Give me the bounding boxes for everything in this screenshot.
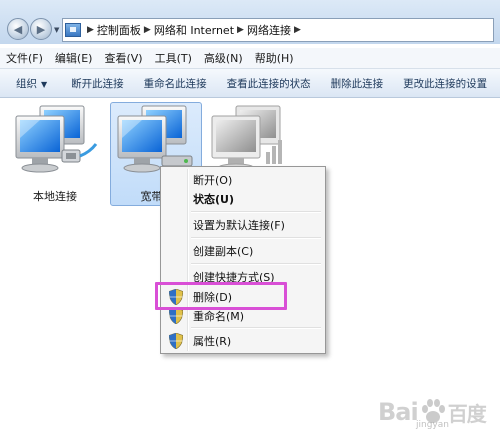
uac-shield-icon	[169, 333, 183, 349]
menu-item-label: 设置为默认连接(F)	[193, 219, 285, 232]
menu-file[interactable]: 文件(F)	[0, 50, 49, 66]
uac-shield-icon	[169, 308, 183, 324]
address-bar-row: ◀ ▶ ▼ ▶ 控制面板 ▶ 网络和 Internet ▶ 网络连接 ▶	[0, 0, 500, 44]
control-panel-icon	[65, 23, 81, 37]
breadcrumb-control-panel[interactable]: 控制面板	[97, 22, 141, 38]
watermark-subtext: jingyan	[416, 420, 449, 430]
rename-button[interactable]: 重命名此连接	[134, 76, 217, 91]
menu-item-label: 重命名(M)	[193, 310, 245, 323]
menu-item-create-copy[interactable]: 创建副本(C)	[163, 241, 323, 261]
breadcrumb-chevron-icon[interactable]: ▶	[237, 25, 244, 35]
menu-item-label: 创建副本(C)	[193, 245, 254, 258]
change-settings-button[interactable]: 更改此连接的设置	[393, 76, 497, 91]
menu-separator	[191, 263, 321, 265]
menu-tools[interactable]: 工具(T)	[149, 50, 198, 66]
breadcrumb-chevron-icon[interactable]: ▶	[144, 25, 151, 35]
watermark-text-2: 百度	[447, 401, 487, 426]
connection-label: 本地连接	[33, 190, 77, 203]
breadcrumb-network-internet[interactable]: 网络和 Internet	[154, 22, 234, 38]
annotation-highlight-box	[155, 282, 287, 310]
menu-item-set-default[interactable]: 设置为默认连接(F)	[163, 215, 323, 235]
disconnect-button[interactable]: 断开此连接	[61, 76, 134, 91]
menu-view[interactable]: 查看(V)	[98, 50, 148, 66]
back-button[interactable]: ◀	[7, 18, 29, 40]
menu-separator	[191, 237, 321, 239]
dropdown-arrow-icon: ▼	[41, 79, 48, 89]
menu-help[interactable]: 帮助(H)	[249, 50, 300, 66]
recent-pages-dropdown-icon[interactable]: ▼	[54, 26, 59, 34]
delete-connection-button[interactable]: 删除此连接	[321, 76, 394, 91]
menu-advanced[interactable]: 高级(N)	[198, 50, 249, 66]
connection-local[interactable]: 本地连接	[10, 104, 100, 204]
forward-button[interactable]: ▶	[30, 18, 52, 40]
menu-item-label: 断开(O)	[193, 174, 233, 187]
command-bar: 组织 ▼ 断开此连接 重命名此连接 查看此连接的状态 删除此连接 更改此连接的设置	[0, 69, 500, 98]
menu-item-disconnect[interactable]: 断开(O)	[163, 170, 323, 190]
breadcrumb-network-connections[interactable]: 网络连接	[247, 22, 291, 38]
menu-separator	[191, 327, 321, 329]
organize-label: 组织	[16, 77, 37, 90]
back-arrow-icon: ◀	[13, 22, 23, 36]
baidu-watermark: Bai 百度 jingyan	[378, 392, 496, 432]
menu-item-label: 属性(R)	[193, 335, 232, 348]
menu-item-properties[interactable]: 属性(R)	[163, 331, 323, 351]
menu-separator	[191, 211, 321, 213]
network-computer-icon	[15, 105, 98, 173]
forward-arrow-icon: ▶	[36, 22, 46, 36]
menu-bar: 文件(F) 编辑(E) 查看(V) 工具(T) 高级(N) 帮助(H)	[0, 48, 500, 69]
breadcrumb-chevron-icon[interactable]: ▶	[294, 25, 301, 35]
view-status-button[interactable]: 查看此连接的状态	[217, 76, 321, 91]
menu-edit[interactable]: 编辑(E)	[49, 50, 99, 66]
address-box[interactable]: ▶ 控制面板 ▶ 网络和 Internet ▶ 网络连接 ▶	[62, 18, 494, 42]
breadcrumb-chevron-icon[interactable]: ▶	[87, 25, 94, 35]
menu-item-label: 状态(U)	[193, 193, 234, 206]
organize-button[interactable]: 组织 ▼	[0, 76, 61, 91]
watermark-text: Bai	[378, 398, 419, 426]
context-menu: 断开(O) 状态(U) 设置为默认连接(F) 创建副本(C) 创建快捷方式(S)…	[160, 166, 326, 354]
menu-item-status[interactable]: 状态(U)	[163, 189, 323, 209]
